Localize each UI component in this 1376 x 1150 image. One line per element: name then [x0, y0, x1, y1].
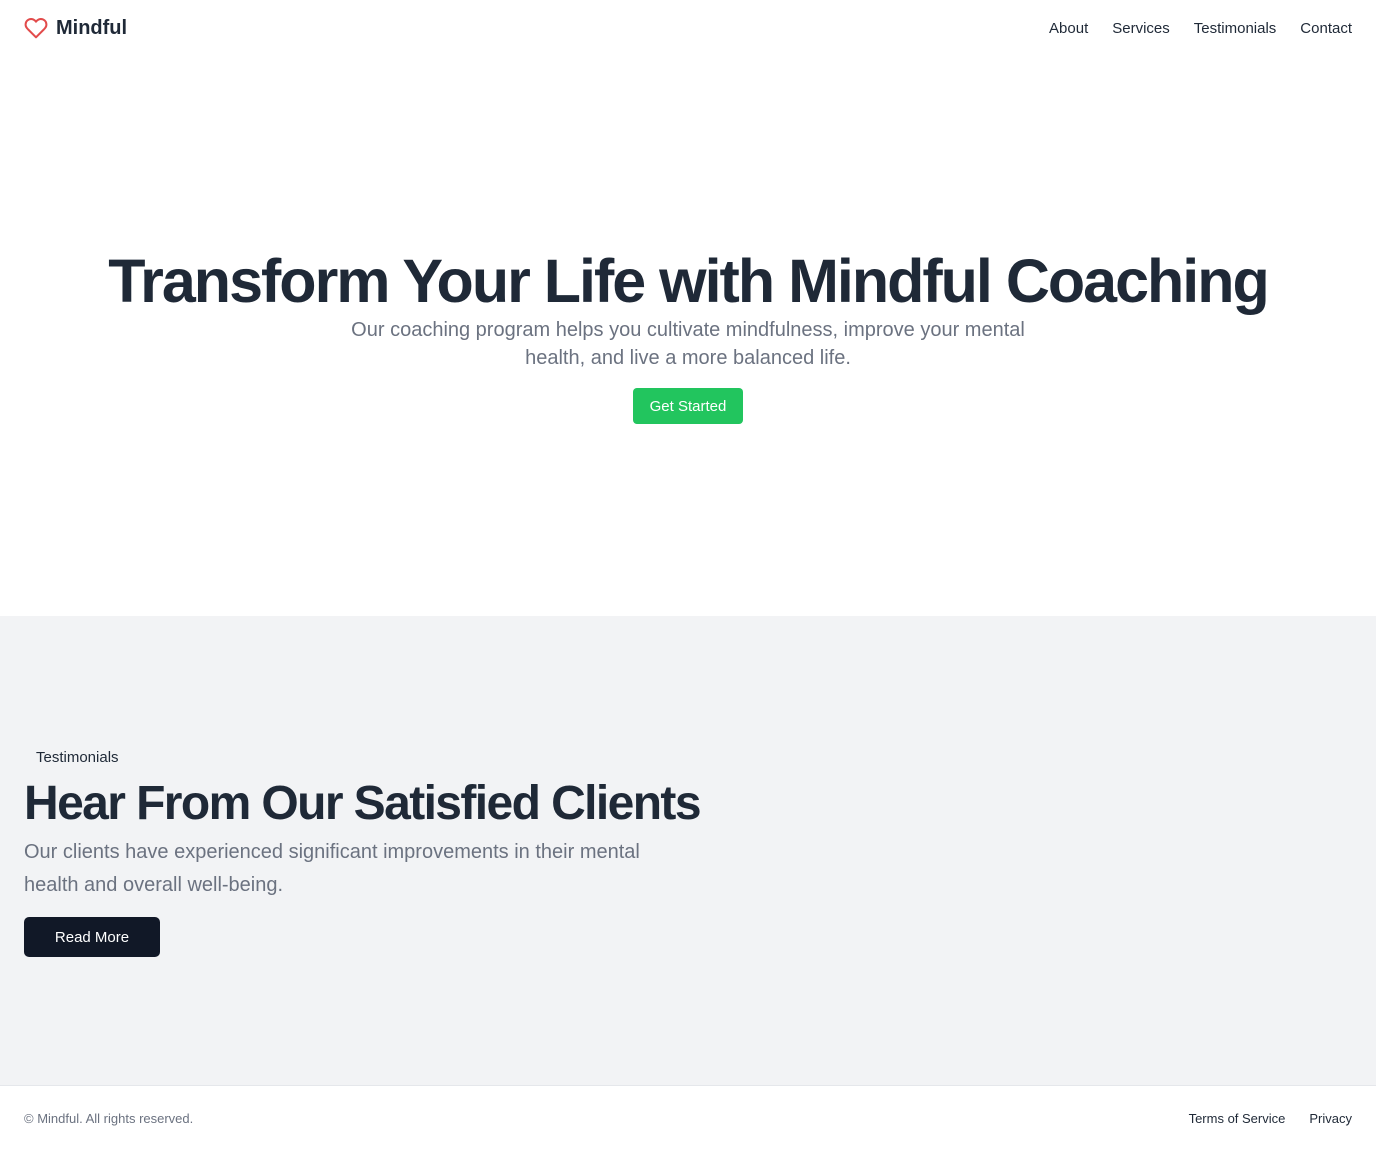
privacy-link[interactable]: Privacy — [1309, 1111, 1352, 1126]
nav-link-contact[interactable]: Contact — [1300, 20, 1352, 37]
site-footer: © Mindful. All rights reserved. Terms of… — [0, 1085, 1376, 1150]
nav-link-about[interactable]: About — [1049, 20, 1088, 37]
get-started-button[interactable]: Get Started — [633, 388, 743, 424]
nav-link-testimonials[interactable]: Testimonials — [1194, 20, 1277, 37]
hero-subtitle: Our coaching program helps you cultivate… — [351, 319, 1025, 369]
hero-section: Transform Your Life with Mindful Coachin… — [0, 56, 1376, 616]
testimonials-subtitle: Our clients have experienced significant… — [24, 841, 640, 896]
terms-of-service-link[interactable]: Terms of Service — [1189, 1111, 1286, 1126]
main-nav: About Services Testimonials Contact — [1049, 20, 1352, 37]
page: Mindful About Services Testimonials Cont… — [0, 0, 1376, 1150]
copyright-text: © Mindful. All rights reserved. — [24, 1110, 194, 1126]
testimonials-eyebrow: Testimonials — [36, 749, 119, 766]
brand-name: Mindful — [56, 16, 128, 39]
testimonials-section: Testimonials Hear From Our Satisfied Cli… — [0, 616, 1376, 1085]
site-header: Mindful About Services Testimonials Cont… — [0, 0, 1376, 56]
heart-icon — [24, 16, 48, 40]
footer-links: Terms of Service Privacy — [1189, 1111, 1352, 1126]
nav-link-services[interactable]: Services — [1112, 20, 1170, 37]
brand-logo-link[interactable]: Mindful — [24, 16, 127, 40]
testimonials-title: Hear From Our Satisfied Clients — [24, 777, 702, 830]
read-more-button[interactable]: Read More — [24, 917, 160, 957]
hero-title: Transform Your Life with Mindful Coachin… — [108, 247, 1269, 315]
